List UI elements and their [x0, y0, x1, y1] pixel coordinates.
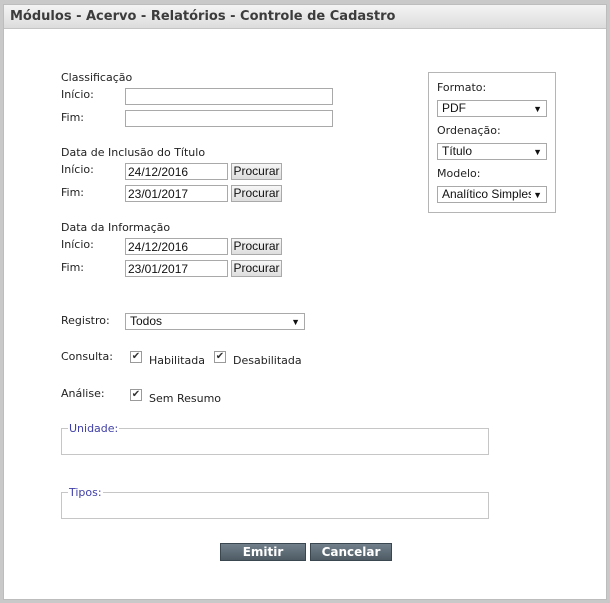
data-inclusao-section-label: Data de Inclusão do Título: [61, 146, 206, 159]
checkmark-icon: ✔: [131, 389, 141, 400]
classificacao-fim-input[interactable]: [125, 110, 333, 127]
unidade-group[interactable]: Unidade:: [61, 422, 489, 455]
data-informacao-section-label: Data da Informação: [61, 221, 171, 234]
cancelar-button[interactable]: Cancelar: [310, 543, 392, 561]
chevron-down-icon: ▼: [289, 314, 300, 329]
formato-value: PDF: [442, 101, 466, 115]
ordenacao-select[interactable]: Título ▼: [437, 143, 547, 160]
desabilitada-checkbox[interactable]: ✔: [214, 351, 226, 363]
classificacao-inicio-input[interactable]: [125, 88, 333, 105]
modelo-label: Modelo:: [437, 167, 481, 180]
classificacao-fim-label: Fim:: [61, 111, 85, 124]
tipos-legend: Tipos:: [69, 486, 102, 499]
chevron-down-icon: ▼: [531, 187, 542, 202]
data-informacao-fim-input[interactable]: [125, 260, 228, 277]
output-options-panel: Formato: PDF ▼ Ordenação: Título ▼ Model…: [428, 72, 556, 213]
registro-label: Registro:: [61, 314, 110, 327]
sem-resumo-label: Sem Resumo: [149, 392, 222, 405]
data-informacao-fim-label: Fim:: [61, 261, 85, 274]
analise-label: Análise:: [61, 387, 105, 400]
unidade-legend: Unidade:: [69, 422, 119, 435]
data-inclusao-fim-input[interactable]: [125, 185, 228, 202]
chevron-down-icon: ▼: [531, 101, 542, 116]
classificacao-inicio-label: Início:: [61, 88, 94, 101]
data-informacao-inicio-label: Início:: [61, 238, 94, 251]
sem-resumo-checkbox[interactable]: ✔: [130, 389, 142, 401]
data-informacao-inicio-search-button[interactable]: Procurar: [231, 238, 282, 255]
window-title: Módulos - Acervo - Relatórios - Controle…: [4, 5, 606, 29]
consulta-label: Consulta:: [61, 350, 113, 363]
habilitada-label: Habilitada: [149, 354, 205, 367]
data-informacao-fim-search-button[interactable]: Procurar: [231, 260, 282, 277]
data-inclusao-fim-search-button[interactable]: Procurar: [231, 185, 282, 202]
desabilitada-label: Desabilitada: [233, 354, 302, 367]
ordenacao-value: Título: [442, 144, 473, 158]
checkmark-icon: ✔: [215, 351, 225, 362]
chevron-down-icon: ▼: [531, 144, 542, 159]
report-window: Módulos - Acervo - Relatórios - Controle…: [3, 4, 607, 600]
registro-value: Todos: [130, 314, 163, 328]
data-informacao-inicio-input[interactable]: [125, 238, 228, 255]
habilitada-checkbox[interactable]: ✔: [130, 351, 142, 363]
formato-label: Formato:: [437, 81, 487, 94]
data-inclusao-fim-label: Fim:: [61, 186, 85, 199]
modelo-select[interactable]: Analítico Simples ▼: [437, 186, 547, 203]
data-inclusao-inicio-search-button[interactable]: Procurar: [231, 163, 282, 180]
data-inclusao-inicio-input[interactable]: [125, 163, 228, 180]
classificacao-section-label: Classificação: [61, 71, 133, 84]
formato-select[interactable]: PDF ▼: [437, 100, 547, 117]
tipos-group[interactable]: Tipos:: [61, 486, 489, 519]
data-inclusao-inicio-label: Início:: [61, 163, 94, 176]
ordenacao-label: Ordenação:: [437, 124, 501, 137]
modelo-value: Analítico Simples: [442, 187, 535, 201]
checkmark-icon: ✔: [131, 351, 141, 362]
emitir-button[interactable]: Emitir: [220, 543, 306, 561]
registro-select[interactable]: Todos ▼: [125, 313, 305, 330]
